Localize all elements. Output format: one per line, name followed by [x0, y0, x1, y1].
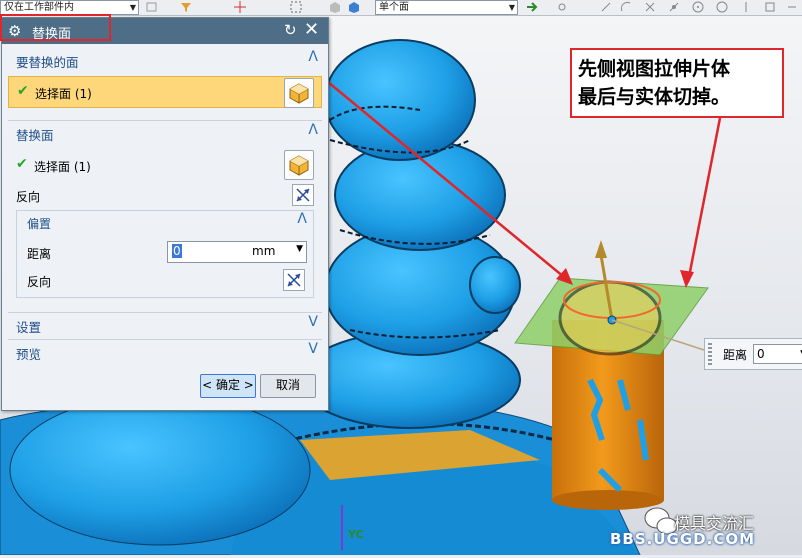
chevron-down-icon: ᐯ — [308, 314, 318, 330]
drag-grip-icon[interactable] — [708, 343, 712, 365]
check-icon: ✔ — [16, 156, 28, 172]
annotation-line-2: 最后与实体切掉。 — [578, 86, 731, 108]
red-arrow-2 — [686, 117, 722, 283]
close-icon[interactable]: ✕ — [304, 19, 319, 40]
check-icon: ✔ — [17, 83, 29, 99]
cube-icon — [289, 83, 309, 104]
body-select-icon[interactable] — [348, 1, 360, 13]
chevron-down-icon: ᐯ — [308, 341, 318, 357]
annotation-callout: 先侧视图拉伸片体 最后与实体切掉。 — [570, 48, 784, 118]
replace-face-dialog: ⚙ 替换面 ↻ ✕ 要替换的面 ᐱ ✔ 选择面 (1) 替换面 ᐱ ✔ 选择面 … — [1, 17, 329, 411]
distance-input[interactable]: 0 mm ▼ — [167, 241, 307, 263]
snap-arc-icon[interactable] — [620, 1, 632, 13]
distance-handle-value: 0 — [757, 347, 765, 361]
section-preview-header[interactable]: 预览 ᐯ — [8, 339, 322, 362]
replacement-face-select-row[interactable]: ✔ 选择面 (1) — [8, 150, 322, 180]
chevron-up-icon[interactable]: ᐱ — [297, 211, 307, 227]
reverse-label: 反向 — [16, 190, 41, 204]
section-faces-to-replace-header[interactable]: 要替换的面 ᐱ — [8, 48, 322, 70]
snap-tangent-icon[interactable] — [668, 1, 680, 13]
dialog-title: 替换面 — [32, 27, 72, 42]
chevron-down-icon: ▼ — [508, 3, 515, 12]
section-settings-title: 设置 — [16, 320, 42, 335]
offset-group: 偏置 ᐱ 距离 0 mm ▼ 反向 — [16, 210, 314, 298]
target-face-select-row[interactable]: ✔ 选择面 (1) — [8, 76, 322, 108]
face-rule-dropdown[interactable]: 单个面 ▼ — [375, 0, 518, 15]
snap-icon[interactable] — [146, 1, 158, 13]
snap-endpoint-icon[interactable] — [556, 1, 568, 13]
replacement-face-select-label: 选择面 (1) — [34, 160, 91, 174]
snap-intersection-icon[interactable] — [644, 1, 656, 13]
yc-axis-label: YC — [348, 528, 364, 541]
offset-title: 偏置 — [27, 217, 52, 231]
section-replacement-face-header[interactable]: 替换面 ᐱ — [8, 120, 322, 143]
reverse-direction-button[interactable] — [292, 184, 314, 206]
section-faces-to-replace-title: 要替换的面 — [16, 55, 79, 70]
dashed-select-icon[interactable] — [290, 1, 302, 13]
distance-label: 距离 — [27, 247, 52, 261]
chevron-down-icon[interactable]: ▼ — [296, 244, 303, 254]
replacement-face-select-button[interactable] — [284, 150, 314, 180]
annotation-line-1: 先侧视图拉伸片体 — [578, 58, 731, 80]
snap-bounded-icon[interactable] — [786, 1, 798, 13]
distance-handle-label: 距离 — [723, 348, 748, 362]
top-toolbar: 仅在工作部件内 ▼ 单个面 ▼ — [0, 0, 802, 16]
face-rule-value: 单个面 — [379, 2, 409, 13]
dialog-titlebar[interactable]: ⚙ 替换面 ↻ ✕ — [2, 18, 328, 44]
model-knob — [469, 256, 521, 314]
distance-unit: mm — [252, 244, 276, 258]
model-lower-body — [9, 394, 311, 546]
selection-filter-dropdown[interactable]: 仅在工作部件内 ▼ — [0, 0, 139, 15]
reset-icon[interactable]: ↻ — [284, 21, 297, 39]
chevron-down-icon: ▼ — [129, 3, 136, 12]
cube-icon — [289, 155, 309, 176]
red-arrowhead-2 — [680, 270, 694, 288]
snap-quadrant-icon[interactable] — [716, 1, 728, 13]
distance-handle-input[interactable]: 0 ▼ — [753, 344, 802, 364]
direction-arrowhead — [595, 240, 607, 258]
chevron-up-icon: ᐱ — [308, 49, 318, 65]
offset-reverse-label: 反向 — [27, 275, 52, 289]
section-settings-header[interactable]: 设置 ᐯ — [8, 312, 322, 335]
point-icon[interactable] — [234, 1, 246, 13]
cancel-button[interactable]: 取消 — [260, 374, 316, 398]
distance-handle-box[interactable]: 距离 0 ▼ — [704, 338, 802, 370]
section-preview-title: 预览 — [16, 347, 42, 362]
face-select-button[interactable] — [284, 78, 314, 108]
flip-direction-icon — [296, 188, 310, 202]
snap-pole-icon[interactable] — [740, 1, 752, 13]
offset-reverse-button[interactable] — [283, 269, 305, 291]
watermark-url: BBS.UGGD.COM — [610, 530, 756, 548]
filter-icon[interactable] — [180, 1, 192, 13]
section-replacement-face-title: 替换面 — [16, 128, 54, 143]
arrow-right-icon[interactable] — [526, 1, 538, 13]
distance-value: 0 — [172, 244, 182, 258]
solid-icon[interactable] — [329, 1, 341, 13]
snap-face-icon[interactable] — [764, 1, 776, 13]
selection-filter-value: 仅在工作部件内 — [4, 2, 74, 13]
snap-center-icon[interactable] — [692, 1, 704, 13]
snap-midpoint-icon[interactable] — [600, 1, 612, 13]
flip-direction-icon — [287, 273, 301, 287]
gear-icon: ⚙ — [8, 22, 22, 40]
chevron-up-icon: ᐱ — [308, 122, 318, 138]
target-face-select-label: 选择面 (1) — [35, 87, 92, 101]
ok-button[interactable]: < 确定 > — [200, 374, 256, 398]
